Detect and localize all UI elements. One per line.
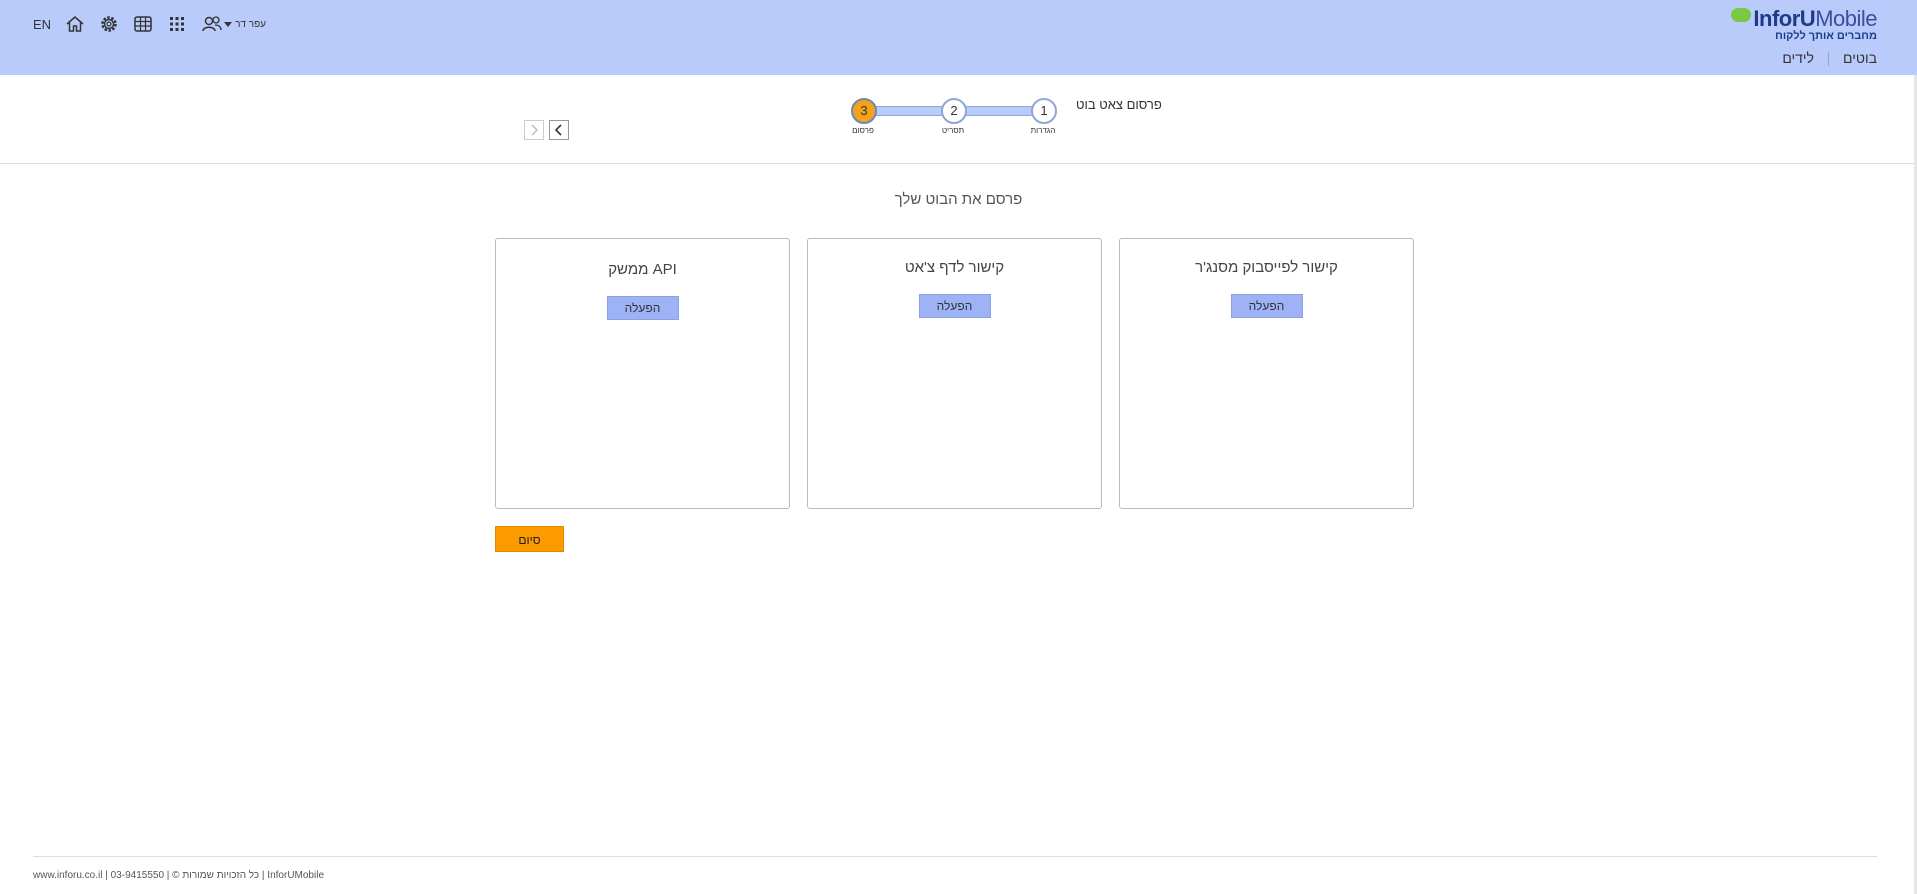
main-nav: בוטים לידים xyxy=(1782,50,1877,66)
step-2-circle[interactable]: 2 xyxy=(941,98,967,124)
card-title: קישור לפייסבוק מסנג'ר xyxy=(1195,259,1338,276)
footer-divider xyxy=(33,856,1877,857)
home-icon[interactable] xyxy=(65,14,85,34)
language-toggle[interactable]: EN xyxy=(33,17,51,32)
step-1-circle[interactable]: 1 xyxy=(1031,98,1057,124)
chevron-down-icon xyxy=(224,21,233,27)
step-1-label: הגדרות xyxy=(1030,126,1056,135)
card-title: קישור לדף צ'אט xyxy=(904,259,1005,276)
card-chat-page: קישור לדף צ'אט הפעלה xyxy=(807,238,1102,509)
prev-step-button[interactable] xyxy=(549,120,569,140)
step-2-label: תסריט xyxy=(941,126,965,135)
finish-button[interactable]: סיום xyxy=(495,526,564,552)
next-step-button[interactable] xyxy=(524,120,544,140)
activate-messenger-button[interactable]: הפעלה xyxy=(1230,294,1303,318)
activate-api-button[interactable]: הפעלה xyxy=(606,296,679,320)
user-menu[interactable]: עפר דר xyxy=(201,14,266,34)
step-3-label: פרסום xyxy=(852,126,874,135)
users-icon xyxy=(201,14,222,34)
logo[interactable]: InforUMobile מחברים אותך ללקוח xyxy=(1731,6,1877,42)
card-facebook-messenger: קישור לפייסבוק מסנג'ר הפעלה xyxy=(1119,238,1414,509)
user-name: עפר דר xyxy=(235,18,266,30)
top-bar: InforUMobile מחברים אותך ללקוח בוטים ליד… xyxy=(0,0,1917,75)
logo-name-2: Mobile xyxy=(1815,6,1877,31)
card-title: ממשק API xyxy=(608,261,677,278)
gear-icon[interactable] xyxy=(99,14,119,34)
apps-icon[interactable] xyxy=(167,14,187,34)
chevron-right-icon xyxy=(531,124,538,136)
nav-item-bots[interactable]: בוטים xyxy=(1843,50,1877,66)
wizard-step-bar: פרסום צאט בוט 1 הגדרות 2 תסריט 3 פרסום xyxy=(0,75,1917,164)
nav-item-leads[interactable]: לידים xyxy=(1782,50,1814,66)
header-tools: EN עפר דר xyxy=(33,14,266,34)
card-api: ממשק API הפעלה xyxy=(495,238,790,509)
chevron-left-icon xyxy=(554,124,562,136)
wizard-title: פרסום צאט בוט xyxy=(1076,97,1162,112)
page-title: פרסם את הבוט שלך xyxy=(894,191,1023,208)
logo-bubble-icon xyxy=(1731,8,1752,22)
grid-table-icon[interactable] xyxy=(133,14,153,34)
nav-divider xyxy=(1827,52,1829,66)
step-3-circle[interactable]: 3 xyxy=(851,98,877,124)
logo-name: InforU xyxy=(1753,6,1816,31)
activate-chat-page-button[interactable]: הפעלה xyxy=(918,294,991,318)
footer: www.inforu.co.il | 03-9415550 | © כל הזכ… xyxy=(33,870,324,881)
